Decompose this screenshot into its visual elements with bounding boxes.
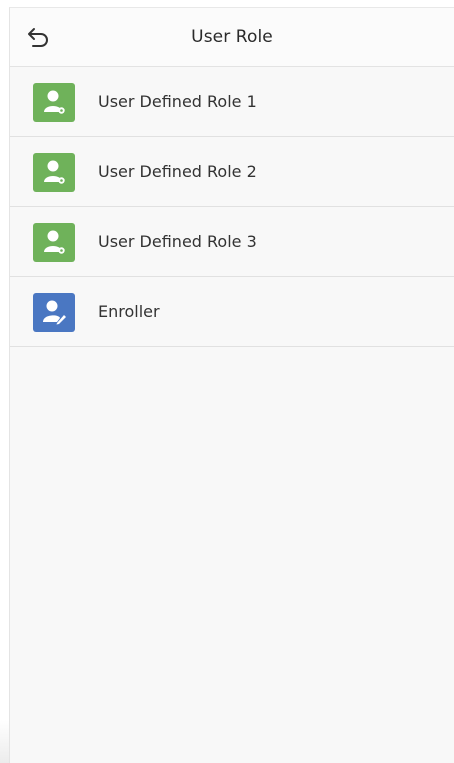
header-bar: User Role xyxy=(10,8,454,67)
user-role-icon xyxy=(33,223,75,262)
user-role-icon xyxy=(33,153,75,192)
role-label: User Defined Role 2 xyxy=(98,162,257,181)
role-label: User Defined Role 3 xyxy=(98,232,257,251)
role-item-user-defined-role-3[interactable]: User Defined Role 3 xyxy=(10,207,454,277)
role-label: User Defined Role 1 xyxy=(98,92,257,111)
user-role-icon xyxy=(33,83,75,122)
user-role-screen: User Role User Defined Role 1 User Defin… xyxy=(9,7,454,763)
role-item-enroller[interactable]: Enroller xyxy=(10,277,454,347)
role-item-user-defined-role-2[interactable]: User Defined Role 2 xyxy=(10,137,454,207)
page-title: User Role xyxy=(191,27,273,47)
device-frame: User Role User Defined Role 1 User Defin… xyxy=(0,0,454,763)
enroller-icon xyxy=(33,293,75,332)
edge-shadow xyxy=(0,720,9,763)
role-list: User Defined Role 1 User Defined Role 2 xyxy=(10,67,454,347)
role-item-user-defined-role-1[interactable]: User Defined Role 1 xyxy=(10,67,454,137)
role-label: Enroller xyxy=(98,302,160,321)
